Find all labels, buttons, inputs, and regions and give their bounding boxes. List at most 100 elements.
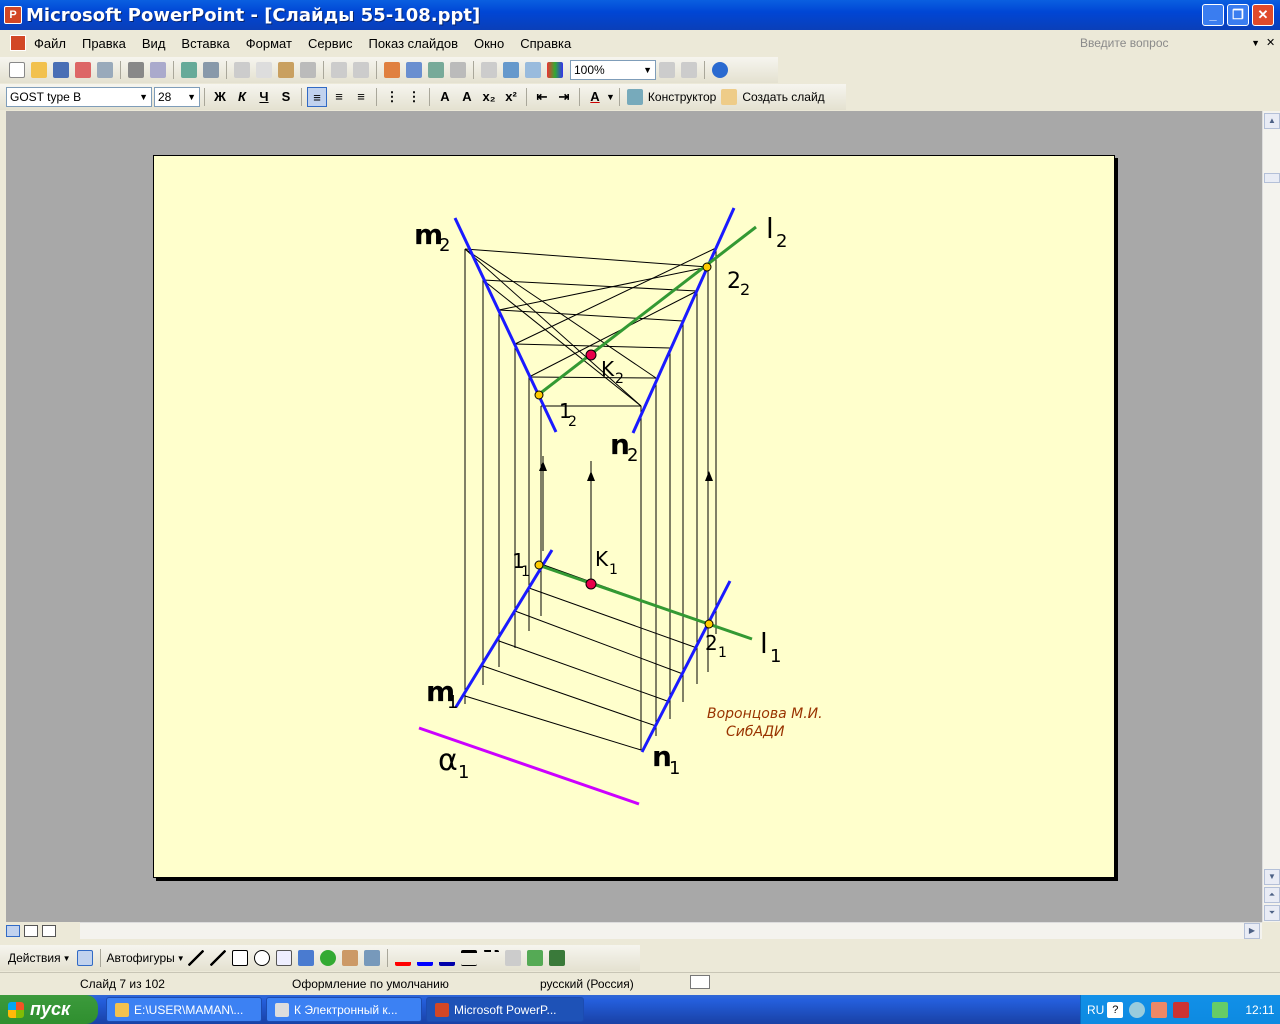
shadow-style-icon[interactable] <box>526 950 543 966</box>
chevron-down-icon[interactable]: ▼ <box>643 65 652 75</box>
tables-borders-icon[interactable] <box>428 62 444 78</box>
print-preview-icon[interactable] <box>150 62 166 78</box>
dash-style-icon[interactable] <box>482 950 499 966</box>
font-color-icon[interactable] <box>438 950 455 966</box>
powerpoint-app-icon[interactable]: P <box>4 6 22 24</box>
copy-icon[interactable] <box>256 62 272 78</box>
show-formatting-icon[interactable] <box>503 62 519 78</box>
wordart-icon[interactable] <box>297 950 314 966</box>
increase-indent-icon[interactable]: ⇥ <box>554 87 574 107</box>
chevron-down-icon[interactable]: ▼ <box>139 92 148 102</box>
scroll-up-icon[interactable]: ▲ <box>1264 113 1280 129</box>
chevron-down-icon[interactable]: ▼ <box>606 92 615 102</box>
clipart-icon[interactable] <box>341 950 358 966</box>
shadow-button[interactable]: S <box>276 87 296 107</box>
font-color-icon[interactable]: A <box>585 87 605 107</box>
oval-tool-icon[interactable] <box>253 950 270 966</box>
align-left-icon[interactable]: ≡ <box>307 87 327 107</box>
horizontal-scrollbar[interactable]: ▶ <box>80 922 1262 939</box>
zoom-select[interactable]: 100% ▼ <box>570 60 656 80</box>
language-switch[interactable]: RU <box>1087 1003 1104 1017</box>
chevron-down-icon[interactable]: ▼ <box>63 954 71 963</box>
font-select[interactable]: GOST type B ▼ <box>6 87 152 107</box>
expand-all-icon[interactable] <box>481 62 497 78</box>
menu-slideshow[interactable]: Показ слайдов <box>360 36 466 51</box>
ink-icon[interactable] <box>681 62 697 78</box>
menu-insert[interactable]: Вставка <box>173 36 237 51</box>
close-document-button[interactable]: ✕ <box>1266 36 1275 49</box>
menu-edit[interactable]: Правка <box>74 36 134 51</box>
bold-button[interactable]: Ж <box>210 87 230 107</box>
align-center-icon[interactable]: ≡ <box>329 87 349 107</box>
slide-sorter-view-icon[interactable] <box>24 924 38 937</box>
paste-icon[interactable] <box>278 62 294 78</box>
scroll-down-icon[interactable]: ▼ <box>1264 869 1280 885</box>
insert-table-icon[interactable] <box>406 62 422 78</box>
3d-style-icon[interactable] <box>548 950 565 966</box>
menu-window[interactable]: Окно <box>466 36 512 51</box>
picture-icon[interactable] <box>363 950 380 966</box>
chevron-down-icon[interactable]: ▼ <box>177 954 185 963</box>
next-slide-icon[interactable]: ⏷ <box>1264 905 1280 921</box>
line-tool-icon[interactable] <box>187 950 204 966</box>
format-painter-icon[interactable] <box>300 62 316 78</box>
print-icon[interactable] <box>128 62 144 78</box>
menu-file[interactable]: Файл <box>26 36 74 51</box>
select-objects-icon[interactable] <box>76 950 93 966</box>
network-tray-icon[interactable] <box>1212 1001 1229 1018</box>
slide-canvas[interactable]: m 2 l 2 2 2 K 2 1 2 n 2 K 1 1 1 2 1 l 1 … <box>153 155 1115 878</box>
insert-chart-icon[interactable] <box>384 62 400 78</box>
insert-diagram-icon[interactable] <box>450 62 466 78</box>
maximize-button[interactable]: ❐ <box>1227 4 1249 26</box>
undo-icon[interactable] <box>331 62 347 78</box>
chevron-down-icon[interactable]: ▼ <box>1251 38 1260 48</box>
permission-icon[interactable] <box>75 62 91 78</box>
normal-view-icon[interactable] <box>6 924 20 937</box>
menu-view[interactable]: Вид <box>134 36 174 51</box>
save-icon[interactable] <box>53 62 69 78</box>
app-tray-icon[interactable] <box>1151 1001 1168 1018</box>
rectangle-tool-icon[interactable] <box>231 950 248 966</box>
new-document-icon[interactable] <box>9 62 25 78</box>
help-icon[interactable] <box>712 62 728 78</box>
arrow-style-icon[interactable] <box>504 950 521 966</box>
help-tray-icon[interactable]: ? <box>1107 1001 1124 1018</box>
superscript-icon[interactable]: x² <box>501 87 521 107</box>
vertical-scrollbar[interactable]: ▲ ▼ ⏶ ⏷ <box>1262 111 1280 922</box>
start-button[interactable]: пуск <box>0 995 98 1024</box>
menu-tools[interactable]: Сервис <box>300 36 361 51</box>
font-size-select[interactable]: 28 ▼ <box>154 87 200 107</box>
email-icon[interactable] <box>97 62 113 78</box>
chevron-down-icon[interactable]: ▼ <box>187 92 196 102</box>
autoshapes-menu[interactable]: Автофигуры <box>107 951 175 965</box>
numbering-icon[interactable]: ⋮ <box>382 87 402 107</box>
taskbar-item-ebook[interactable]: К Электронный к... <box>266 997 422 1022</box>
back-tray-icon[interactable] <box>1129 1001 1146 1018</box>
subscript-icon[interactable]: x₂ <box>479 87 499 107</box>
document-icon[interactable] <box>10 35 26 51</box>
new-slide-button[interactable]: Создать слайд <box>742 90 824 104</box>
decrease-indent-icon[interactable]: ⇤ <box>532 87 552 107</box>
decrease-font-icon[interactable]: A <box>457 87 477 107</box>
underline-button[interactable]: Ч <box>254 87 274 107</box>
close-button[interactable]: ✕ <box>1252 4 1274 26</box>
actions-menu[interactable]: Действия <box>8 951 61 965</box>
taskbar-item-powerpoint[interactable]: Microsoft PowerP... <box>426 997 584 1022</box>
textbox-tool-icon[interactable] <box>275 950 292 966</box>
align-right-icon[interactable]: ≡ <box>351 87 371 107</box>
symbol-icon[interactable] <box>659 62 675 78</box>
open-folder-icon[interactable] <box>31 62 47 78</box>
show-grid-icon[interactable] <box>525 62 541 78</box>
menu-help[interactable]: Справка <box>512 36 579 51</box>
color-grayscale-icon[interactable] <box>547 62 563 78</box>
italic-button[interactable]: К <box>232 87 252 107</box>
spelling-icon[interactable] <box>181 62 197 78</box>
minimize-button[interactable]: _ <box>1202 4 1224 26</box>
menu-format[interactable]: Формат <box>238 36 300 51</box>
bullets-icon[interactable]: ⋮ <box>404 87 424 107</box>
redo-icon[interactable] <box>353 62 369 78</box>
research-icon[interactable] <box>203 62 219 78</box>
line-color-icon[interactable] <box>416 950 433 966</box>
taskbar-item-explorer[interactable]: E:\USER\MAMAN\... <box>106 997 262 1022</box>
diagram-icon[interactable] <box>319 950 336 966</box>
